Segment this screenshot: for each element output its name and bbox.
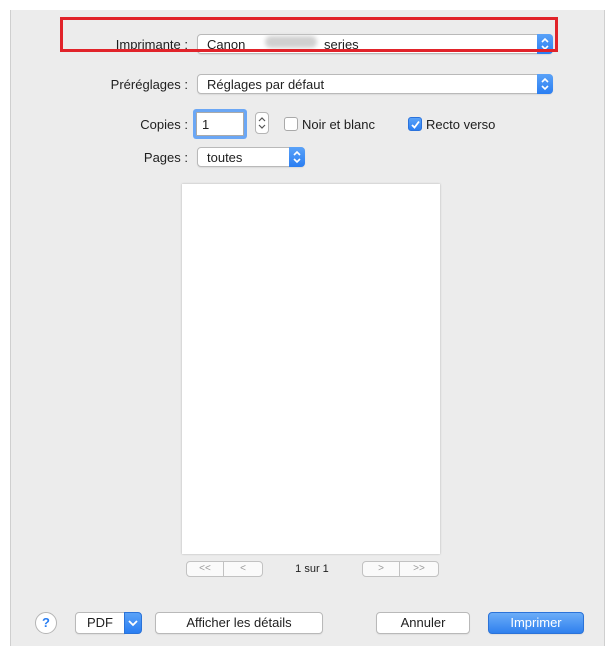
chevron-down-icon (128, 620, 138, 627)
duplex-checkbox[interactable] (408, 117, 422, 131)
page-preview (182, 184, 440, 554)
pages-select[interactable]: toutes (197, 147, 305, 167)
printer-highlight-box (60, 17, 558, 52)
presets-select[interactable]: Réglages par défaut (197, 74, 553, 94)
copies-stepper[interactable] (255, 112, 269, 134)
last-page-button[interactable]: >> (399, 561, 439, 577)
black-white-checkbox[interactable] (284, 117, 298, 131)
black-white-label: Noir et blanc (302, 117, 375, 132)
pages-select-arrows-icon (289, 147, 305, 167)
presets-label: Préréglages : (110, 77, 188, 92)
presets-select-arrows-icon (537, 74, 553, 94)
duplex-label: Recto verso (426, 117, 496, 132)
next-page-button[interactable]: > (362, 561, 400, 577)
presets-value: Réglages par défaut (207, 77, 325, 92)
help-button[interactable]: ? (35, 612, 57, 634)
pdf-menu-button[interactable] (124, 612, 142, 634)
copies-value: 1 (202, 117, 210, 132)
prev-page-button[interactable]: < (223, 561, 263, 577)
page-status: 1 sur 1 (295, 563, 329, 575)
pdf-button[interactable]: PDF (75, 612, 125, 634)
print-button[interactable]: Imprimer (488, 612, 584, 634)
stepper-arrows-icon (258, 117, 266, 129)
pages-label: Pages : (143, 150, 188, 165)
first-page-button[interactable]: << (186, 561, 224, 577)
pages-value: toutes (207, 150, 243, 165)
show-details-button[interactable]: Afficher les détails (155, 612, 323, 634)
cancel-button[interactable]: Annuler (376, 612, 470, 634)
copies-label: Copies : (140, 117, 188, 132)
checkmark-icon (411, 120, 420, 129)
copies-input[interactable]: 1 (196, 112, 244, 136)
